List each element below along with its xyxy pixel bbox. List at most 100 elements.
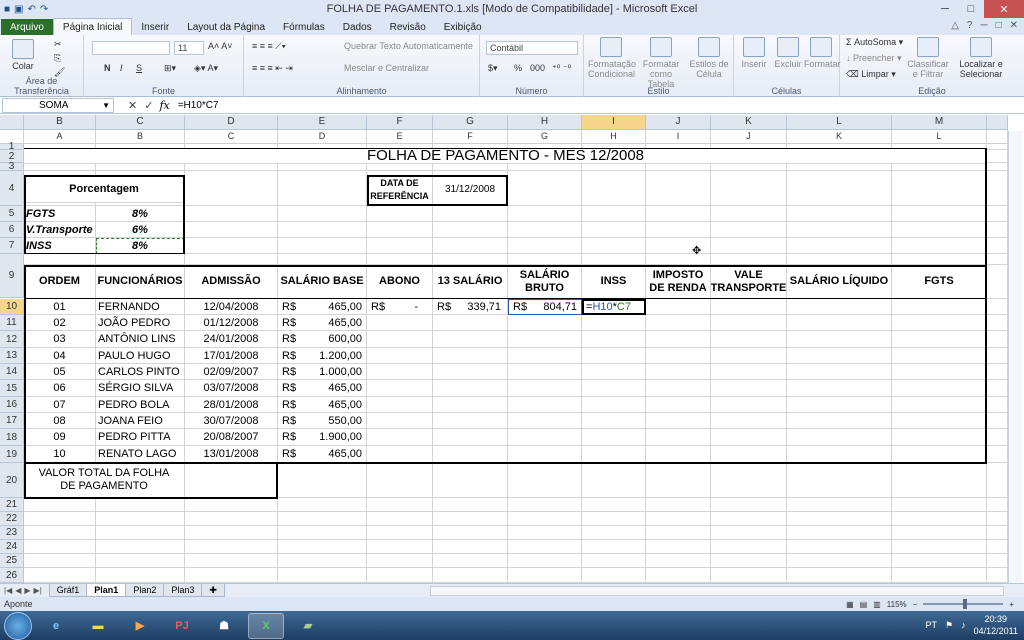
empty-cell[interactable] <box>582 540 646 554</box>
row-header-10[interactable]: 10 <box>0 299 24 315</box>
row-header-4[interactable]: 4 <box>0 171 24 206</box>
pj-app-icon[interactable]: PJ <box>164 613 200 639</box>
admissao-cell[interactable]: 01/12/2008 <box>185 315 278 331</box>
empty-cell[interactable] <box>646 206 711 222</box>
inss-active-cell[interactable]: = H10 * C7 <box>582 299 646 315</box>
empty-cell[interactable] <box>892 380 987 397</box>
empty-cell[interactable] <box>278 498 367 512</box>
empty-cell[interactable] <box>711 397 787 413</box>
empty-cell[interactable] <box>433 568 508 583</box>
empty-cell[interactable] <box>787 380 892 397</box>
font-size-select[interactable]: 11 <box>174 41 204 55</box>
empty-cell[interactable] <box>96 498 185 512</box>
empty-cell[interactable] <box>892 348 987 364</box>
reference-label[interactable]: DATA DE REFERÊNCIA <box>367 175 433 205</box>
ordem-cell[interactable]: 06 <box>24 380 96 397</box>
help-icon[interactable]: ? <box>967 20 973 31</box>
column-title[interactable]: FUNCIONÁRIOS <box>96 265 185 299</box>
empty-cell[interactable] <box>508 331 582 348</box>
empty-cell[interactable] <box>787 526 892 540</box>
empty-cell[interactable] <box>433 498 508 512</box>
empty-cell[interactable] <box>711 463 787 498</box>
empty-cell[interactable] <box>433 463 508 498</box>
empty-cell[interactable] <box>582 413 646 429</box>
percent-value[interactable]: 6% <box>96 222 185 238</box>
empty-cell[interactable] <box>892 413 987 429</box>
empty-cell[interactable] <box>987 380 1008 397</box>
empty-cell[interactable] <box>987 512 1008 526</box>
empty-cell[interactable] <box>24 568 96 583</box>
empty-cell[interactable] <box>646 380 711 397</box>
empty-cell[interactable] <box>24 540 96 554</box>
insert-function-button[interactable]: fx <box>159 99 169 112</box>
row-header-7[interactable]: 7 <box>0 238 24 254</box>
tab-exibicao[interactable]: Exibição <box>435 20 491 35</box>
maximize-button[interactable]: □ <box>958 0 984 18</box>
salario-cell[interactable]: R$ 550,00 <box>278 413 367 429</box>
empty-cell[interactable] <box>508 348 582 364</box>
delete-cells-button[interactable]: Excluir <box>772 37 804 69</box>
empty-cell[interactable] <box>185 540 278 554</box>
empty-cell[interactable] <box>987 526 1008 540</box>
row-header-3[interactable]: 3 <box>0 161 24 172</box>
tab-formulas[interactable]: Fórmulas <box>274 20 334 35</box>
ordem-cell[interactable]: 08 <box>24 413 96 429</box>
empty-cell[interactable] <box>787 413 892 429</box>
conditional-format-button[interactable]: Formatação Condicional <box>588 37 636 79</box>
italic-button[interactable]: I <box>120 63 123 73</box>
empty-cell[interactable] <box>278 163 367 171</box>
zoom-slider[interactable] <box>923 599 1004 609</box>
empty-cell[interactable] <box>24 254 96 265</box>
empty-cell[interactable] <box>646 222 711 238</box>
total-label[interactable]: VALOR TOTAL DA FOLHA DE PAGAMENTO <box>24 463 185 498</box>
row-header-23[interactable]: 23 <box>0 526 24 540</box>
empty-cell[interactable] <box>787 397 892 413</box>
empty-cell[interactable] <box>24 498 96 512</box>
empty-cell[interactable] <box>582 348 646 364</box>
empty-cell[interactable] <box>96 512 185 526</box>
empty-cell[interactable] <box>892 429 987 446</box>
tab-plan2[interactable]: Plan2 <box>125 584 165 597</box>
empty-cell[interactable] <box>96 254 185 265</box>
empty-cell[interactable] <box>646 540 711 554</box>
empty-cell[interactable] <box>892 206 987 222</box>
row-header-14[interactable]: 14 <box>0 364 24 380</box>
empty-cell[interactable] <box>582 331 646 348</box>
empty-cell[interactable] <box>508 364 582 380</box>
tab-layout[interactable]: Layout da Página <box>178 20 274 35</box>
empty-cell[interactable] <box>987 348 1008 364</box>
empty-cell[interactable] <box>987 364 1008 380</box>
column-title[interactable]: SALÁRIO BASE <box>278 265 367 299</box>
empty-cell[interactable] <box>646 348 711 364</box>
sort-filter-button[interactable]: Classificar e Filtrar <box>906 37 950 79</box>
empty-cell[interactable] <box>433 526 508 540</box>
empty-cell[interactable] <box>646 463 711 498</box>
empty-cell[interactable] <box>892 446 987 463</box>
column-header-f[interactable]: F <box>367 115 433 130</box>
empty-cell[interactable] <box>185 512 278 526</box>
align-left-icon[interactable]: ≡ ≡ ≡ ⇤ ⇥ <box>252 63 293 74</box>
funcionario-cell[interactable]: PEDRO BOLA <box>96 397 185 413</box>
language-indicator[interactable]: PT <box>926 620 938 630</box>
empty-cell[interactable] <box>508 254 582 265</box>
admissao-cell[interactable]: 02/09/2007 <box>185 364 278 380</box>
ordem-cell[interactable]: 05 <box>24 364 96 380</box>
empty-cell[interactable] <box>987 163 1008 171</box>
fill-color-icon[interactable]: ◈▾ A▾ <box>194 63 218 74</box>
empty-cell[interactable] <box>433 429 508 446</box>
empty-cell[interactable] <box>892 512 987 526</box>
format-cells-button[interactable]: Formatar <box>804 37 841 69</box>
funcionario-cell[interactable]: PEDRO PITTA <box>96 429 185 446</box>
empty-cell[interactable] <box>433 512 508 526</box>
close-button[interactable]: ✕ <box>984 0 1024 18</box>
salario-cell[interactable]: R$ 465,00 <box>278 397 367 413</box>
empty-cell[interactable] <box>433 206 508 222</box>
row-header-17[interactable]: 17 <box>0 413 24 429</box>
empty-cell[interactable] <box>508 222 582 238</box>
empty-cell[interactable] <box>433 222 508 238</box>
column-title[interactable]: ORDEM <box>24 265 96 299</box>
percent-label[interactable]: FGTS <box>24 206 96 222</box>
undo-icon[interactable]: ↶ <box>28 4 36 15</box>
empty-cell[interactable] <box>278 463 367 498</box>
empty-cell[interactable] <box>508 163 582 171</box>
